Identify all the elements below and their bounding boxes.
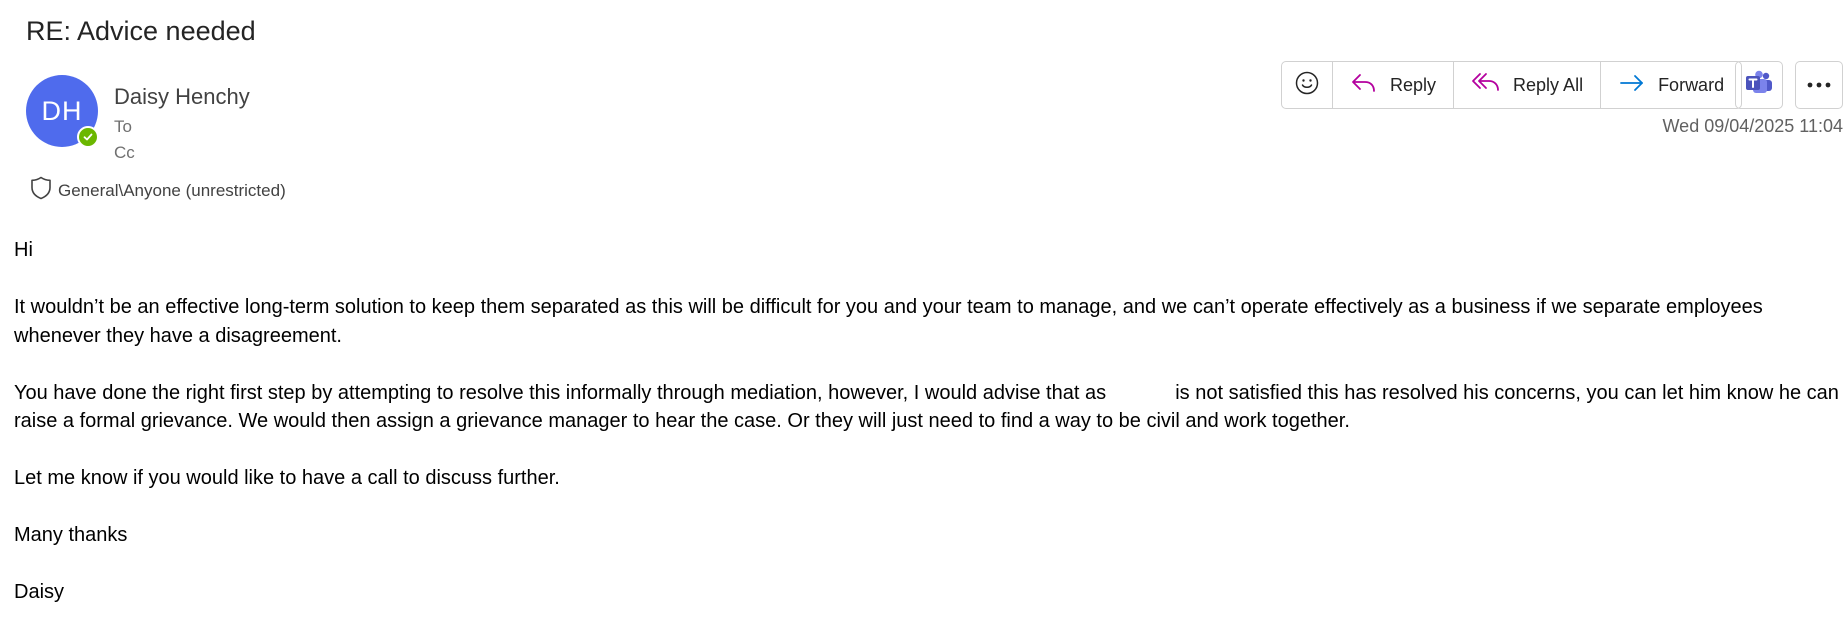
forward-button[interactable]: Forward [1600, 62, 1741, 108]
body-paragraph: Let me know if you would like to have a … [14, 467, 560, 489]
signature: Daisy [14, 581, 65, 603]
reply-all-button[interactable]: Reply All [1453, 62, 1600, 108]
shield-icon [28, 175, 54, 206]
reply-icon [1350, 70, 1378, 101]
message-actions-toolbar: Reply Reply All Forward [1281, 61, 1743, 109]
body-paragraph: You have done the right first step by at… [14, 379, 1844, 436]
teams-icon [1744, 69, 1774, 102]
sensitivity-text: General\Anyone (unrestricted) [58, 180, 286, 200]
sender-name[interactable]: Daisy Henchy [114, 84, 250, 110]
email-subject: RE: Advice needed [26, 16, 256, 46]
forward-icon [1618, 70, 1646, 101]
sensitivity-label[interactable]: General\Anyone (unrestricted) [28, 175, 286, 206]
more-icon [1806, 76, 1832, 94]
teams-chat-button[interactable] [1735, 61, 1783, 109]
greeting: Hi [14, 236, 1844, 265]
reply-all-icon [1471, 70, 1501, 101]
sent-timestamp: Wed 09/04/2025 11:04 [1662, 116, 1843, 136]
cc-label: Cc [114, 143, 135, 162]
body-text: You have done the right first step by at… [14, 381, 1107, 404]
smiley-icon [1294, 70, 1320, 101]
avatar-initials: DH [41, 95, 83, 126]
more-actions-button[interactable] [1795, 61, 1843, 109]
forward-label: Forward [1658, 74, 1725, 95]
email-body: Hi It wouldn’t be an effective long-term… [14, 236, 1844, 630]
email-reading-pane: RE: Advice needed DH Daisy Henchy To Cc … [0, 0, 1845, 630]
reply-all-label: Reply All [1513, 74, 1584, 95]
reaction-button[interactable] [1282, 62, 1332, 108]
body-paragraph: It wouldn’t be an effective long-term so… [14, 296, 1763, 347]
sign-off: Many thanks [14, 524, 128, 546]
greeting-text: Hi [14, 239, 33, 261]
to-label: To [114, 117, 132, 136]
reply-button[interactable]: Reply [1332, 62, 1453, 108]
presence-available-icon [77, 126, 99, 148]
reply-label: Reply [1390, 74, 1437, 95]
